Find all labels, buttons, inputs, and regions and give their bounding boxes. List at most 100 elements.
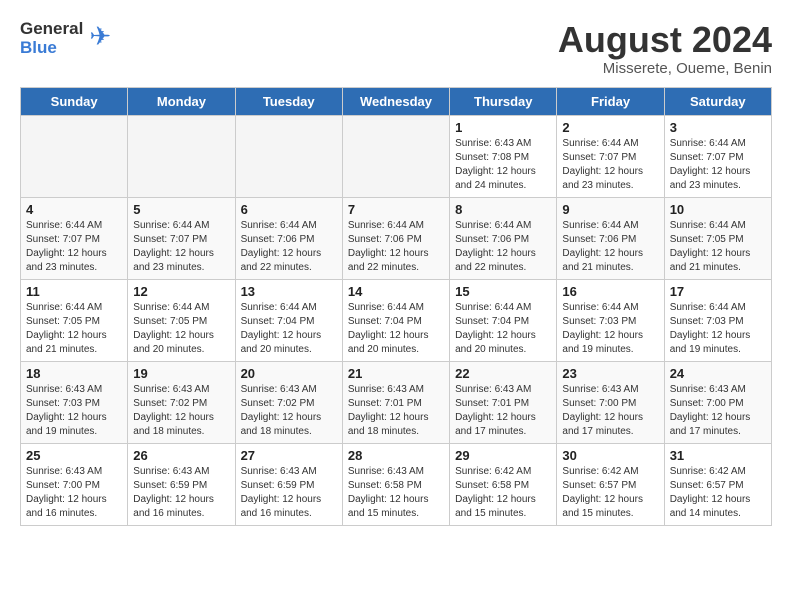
day-of-week-header: Monday: [128, 87, 235, 115]
title-section: August 2024 Misserete, Oueme, Benin: [558, 20, 772, 77]
day-number: 2: [562, 120, 658, 135]
day-number: 13: [241, 284, 337, 299]
day-number: 18: [26, 366, 122, 381]
day-number: 25: [26, 448, 122, 463]
location-subtitle: Misserete, Oueme, Benin: [558, 60, 772, 77]
month-title: August 2024: [558, 20, 772, 60]
calendar-cell: 30 Sunrise: 6:42 AM Sunset: 6:57 PM Dayli…: [557, 443, 664, 525]
calendar-cell: 2Sunrise: 6:44 AM Sunset: 7:07 PM Daylig…: [557, 115, 664, 197]
calendar-cell: 18 Sunrise: 6:43 AM Sunset: 7:03 PM Dayli…: [21, 361, 128, 443]
calendar-week-row: 1 Sunrise: 6:43 AM Sunset: 7:08 PM Daylig…: [21, 115, 772, 197]
day-info: Sunrise: 6:44 AM Sunset: 7:06 PM Dayligh…: [562, 219, 658, 275]
day-number: 9: [562, 202, 658, 217]
day-info: Sunrise: 6:43 AM Sunset: 7:00 PM Dayligh…: [26, 465, 122, 521]
day-info: Sunrise: 6:43 AM Sunset: 7:00 PM Dayligh…: [670, 383, 766, 439]
calendar-table: SundayMondayTuesdayWednesdayThursdayFrid…: [20, 87, 772, 526]
day-info: Sunrise: 6:44 AM Sunset: 7:03 PM Dayligh…: [670, 301, 766, 357]
calendar-cell: 27 Sunrise: 6:43 AM Sunset: 6:59 PM Dayli…: [235, 443, 342, 525]
day-info: Sunrise: 6:44 AM Sunset: 7:03 PM Dayligh…: [562, 301, 658, 357]
day-number: 1: [455, 120, 551, 135]
calendar-cell: 31 Sunrise: 6:42 AM Sunset: 6:57 PM Dayli…: [664, 443, 771, 525]
day-info: Sunrise: 6:43 AM Sunset: 6:58 PM Dayligh…: [348, 465, 444, 521]
day-info: Sunrise: 6:43 AM Sunset: 7:01 PM Dayligh…: [455, 383, 551, 439]
day-info: Sunrise: 6:43 AM Sunset: 7:00 PM Dayligh…: [562, 383, 658, 439]
day-info: Sunrise: 6:42 AM Sunset: 6:57 PM Dayligh…: [670, 465, 766, 521]
day-of-week-header: Friday: [557, 87, 664, 115]
calendar-cell: [342, 115, 449, 197]
calendar-cell: 26Sunrise: 6:43 AM Sunset: 6:59 PM Dayli…: [128, 443, 235, 525]
day-number: 4: [26, 202, 122, 217]
calendar-cell: 11 Sunrise: 6:44 AM Sunset: 7:05 PM Dayli…: [21, 279, 128, 361]
calendar-cell: [21, 115, 128, 197]
calendar-cell: 14Sunrise: 6:44 AM Sunset: 7:04 PM Dayli…: [342, 279, 449, 361]
day-info: Sunrise: 6:42 AM Sunset: 6:58 PM Dayligh…: [455, 465, 551, 521]
calendar-week-row: 11 Sunrise: 6:44 AM Sunset: 7:05 PM Dayli…: [21, 279, 772, 361]
day-number: 30: [562, 448, 658, 463]
calendar-cell: 8 Sunrise: 6:44 AM Sunset: 7:06 PM Daylig…: [450, 197, 557, 279]
calendar-cell: 3 Sunrise: 6:44 AM Sunset: 7:07 PM Daylig…: [664, 115, 771, 197]
calendar-cell: [235, 115, 342, 197]
day-number: 23: [562, 366, 658, 381]
calendar-cell: 5Sunrise: 6:44 AM Sunset: 7:07 PM Daylig…: [128, 197, 235, 279]
day-info: Sunrise: 6:44 AM Sunset: 7:05 PM Dayligh…: [26, 301, 122, 357]
day-number: 14: [348, 284, 444, 299]
day-number: 29: [455, 448, 551, 463]
calendar-cell: 12Sunrise: 6:44 AM Sunset: 7:05 PM Dayli…: [128, 279, 235, 361]
calendar-week-row: 4 Sunrise: 6:44 AM Sunset: 7:07 PM Daylig…: [21, 197, 772, 279]
page-header: General Blue ✈ August 2024 Misserete, Ou…: [20, 20, 772, 77]
calendar-cell: 20Sunrise: 6:43 AM Sunset: 7:02 PM Dayli…: [235, 361, 342, 443]
day-info: Sunrise: 6:42 AM Sunset: 6:57 PM Dayligh…: [562, 465, 658, 521]
calendar-cell: 7 Sunrise: 6:44 AM Sunset: 7:06 PM Daylig…: [342, 197, 449, 279]
day-info: Sunrise: 6:44 AM Sunset: 7:04 PM Dayligh…: [455, 301, 551, 357]
day-of-week-header: Tuesday: [235, 87, 342, 115]
calendar-header-row: SundayMondayTuesdayWednesdayThursdayFrid…: [21, 87, 772, 115]
day-number: 28: [348, 448, 444, 463]
day-number: 5: [133, 202, 229, 217]
logo-bird-icon: ✈: [89, 21, 111, 52]
day-number: 26: [133, 448, 229, 463]
day-number: 20: [241, 366, 337, 381]
day-number: 27: [241, 448, 337, 463]
day-number: 7: [348, 202, 444, 217]
day-number: 3: [670, 120, 766, 135]
day-info: Sunrise: 6:43 AM Sunset: 7:08 PM Dayligh…: [455, 137, 551, 193]
day-number: 10: [670, 202, 766, 217]
calendar-cell: [128, 115, 235, 197]
day-of-week-header: Thursday: [450, 87, 557, 115]
calendar-cell: 29 Sunrise: 6:42 AM Sunset: 6:58 PM Dayli…: [450, 443, 557, 525]
day-number: 8: [455, 202, 551, 217]
day-number: 21: [348, 366, 444, 381]
calendar-week-row: 25 Sunrise: 6:43 AM Sunset: 7:00 PM Dayli…: [21, 443, 772, 525]
day-info: Sunrise: 6:43 AM Sunset: 6:59 PM Dayligh…: [241, 465, 337, 521]
day-number: 6: [241, 202, 337, 217]
day-number: 17: [670, 284, 766, 299]
day-of-week-header: Wednesday: [342, 87, 449, 115]
day-info: Sunrise: 6:44 AM Sunset: 7:04 PM Dayligh…: [241, 301, 337, 357]
day-info: Sunrise: 6:44 AM Sunset: 7:06 PM Dayligh…: [241, 219, 337, 275]
calendar-cell: 1 Sunrise: 6:43 AM Sunset: 7:08 PM Daylig…: [450, 115, 557, 197]
day-number: 15: [455, 284, 551, 299]
day-info: Sunrise: 6:44 AM Sunset: 7:07 PM Dayligh…: [26, 219, 122, 275]
day-number: 11: [26, 284, 122, 299]
logo: General Blue ✈: [20, 20, 111, 57]
day-info: Sunrise: 6:44 AM Sunset: 7:07 PM Dayligh…: [670, 137, 766, 193]
calendar-cell: 23 Sunrise: 6:43 AM Sunset: 7:00 PM Dayli…: [557, 361, 664, 443]
calendar-cell: 21 Sunrise: 6:43 AM Sunset: 7:01 PM Dayli…: [342, 361, 449, 443]
day-info: Sunrise: 6:43 AM Sunset: 7:03 PM Dayligh…: [26, 383, 122, 439]
day-of-week-header: Saturday: [664, 87, 771, 115]
calendar-body: 1 Sunrise: 6:43 AM Sunset: 7:08 PM Daylig…: [21, 115, 772, 525]
calendar-cell: 15 Sunrise: 6:44 AM Sunset: 7:04 PM Dayli…: [450, 279, 557, 361]
day-info: Sunrise: 6:44 AM Sunset: 7:05 PM Dayligh…: [133, 301, 229, 357]
day-info: Sunrise: 6:43 AM Sunset: 7:02 PM Dayligh…: [133, 383, 229, 439]
calendar-cell: 22Sunrise: 6:43 AM Sunset: 7:01 PM Dayli…: [450, 361, 557, 443]
day-of-week-header: Sunday: [21, 87, 128, 115]
calendar-cell: 6 Sunrise: 6:44 AM Sunset: 7:06 PM Daylig…: [235, 197, 342, 279]
day-number: 19: [133, 366, 229, 381]
day-info: Sunrise: 6:44 AM Sunset: 7:05 PM Dayligh…: [670, 219, 766, 275]
calendar-cell: 25 Sunrise: 6:43 AM Sunset: 7:00 PM Dayli…: [21, 443, 128, 525]
day-info: Sunrise: 6:43 AM Sunset: 7:01 PM Dayligh…: [348, 383, 444, 439]
day-info: Sunrise: 6:44 AM Sunset: 7:06 PM Dayligh…: [348, 219, 444, 275]
day-number: 31: [670, 448, 766, 463]
day-info: Sunrise: 6:44 AM Sunset: 7:06 PM Dayligh…: [455, 219, 551, 275]
calendar-cell: 24Sunrise: 6:43 AM Sunset: 7:00 PM Dayli…: [664, 361, 771, 443]
